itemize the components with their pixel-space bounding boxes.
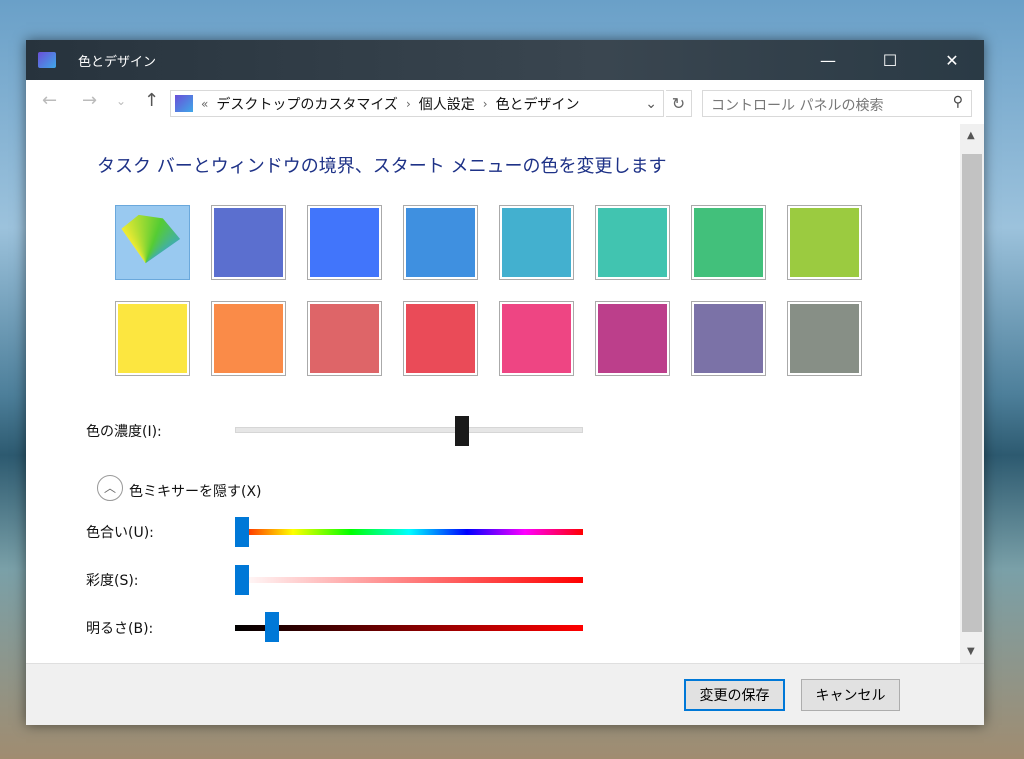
footer: 変更の保存 キャンセル: [26, 663, 984, 725]
page-title: タスク バーとウィンドウの境界、スタート メニューの色を変更します: [97, 156, 667, 177]
swatch-fill: [118, 304, 187, 373]
intensity-slider-thumb[interactable]: [455, 416, 470, 446]
color-fan-icon: [121, 214, 181, 264]
swatch-fill: [694, 208, 763, 277]
save-changes-button[interactable]: 変更の保存: [684, 679, 785, 711]
refresh-button[interactable]: ↻: [666, 90, 692, 117]
swatch-fill: [406, 208, 475, 277]
minimize-button[interactable]: —: [798, 40, 858, 80]
color-swatch[interactable]: [499, 205, 574, 280]
color-swatch[interactable]: [595, 301, 670, 376]
scroll-up-icon[interactable]: ▲: [967, 130, 975, 141]
brightness-slider[interactable]: [235, 625, 583, 631]
color-swatch[interactable]: [211, 301, 286, 376]
brightness-label: 明るさ(B):: [86, 621, 154, 637]
swatch-fill: [694, 304, 763, 373]
control-panel-icon: [175, 95, 193, 112]
color-swatch[interactable]: [787, 301, 862, 376]
search-input[interactable]: コントロール パネルの検索 ⚲: [702, 90, 972, 117]
breadcrumb-separator[interactable]: ›: [406, 97, 411, 111]
window-title: 色とデザイン: [78, 54, 157, 70]
color-swatch[interactable]: [787, 205, 862, 280]
swatch-fill: [310, 208, 379, 277]
hue-slider-thumb[interactable]: [235, 517, 249, 547]
color-swatch[interactable]: [307, 205, 382, 280]
color-swatch[interactable]: [403, 205, 478, 280]
back-button[interactable]: ←: [42, 90, 57, 111]
scrollbar-thumb[interactable]: [962, 154, 982, 632]
swatch-fill: [790, 304, 859, 373]
forward-button[interactable]: →: [82, 90, 97, 111]
brightness-slider-thumb[interactable]: [265, 612, 280, 642]
address-bar[interactable]: « デスクトップのカスタマイズ › 個人設定 › 色とデザイン ⌄: [170, 90, 664, 117]
breadcrumb-item[interactable]: 個人設定: [419, 94, 475, 114]
color-and-appearance-window: 色とデザイン — ☐ ✕ ← → ⌄ ↑ « デスクトップのカスタマイズ › 個…: [26, 40, 984, 725]
personalization-icon: [38, 52, 56, 68]
swatch-fill: [310, 304, 379, 373]
swatch-fill: [406, 304, 475, 373]
title-bar: 色とデザイン — ☐ ✕: [26, 40, 984, 80]
vertical-scrollbar[interactable]: ▲ ▼: [960, 124, 984, 663]
search-icon[interactable]: ⚲: [953, 94, 963, 110]
intensity-label: 色の濃度(I):: [86, 424, 162, 440]
swatch-fill: [502, 208, 571, 277]
swatch-fill: [790, 208, 859, 277]
color-swatch[interactable]: [691, 301, 766, 376]
hue-slider[interactable]: [235, 529, 583, 535]
color-swatch[interactable]: [307, 301, 382, 376]
swatch-automatic[interactable]: [115, 205, 190, 280]
chevron-up-icon[interactable]: ︿: [97, 475, 123, 501]
overflow-chevron[interactable]: «: [201, 97, 208, 111]
saturation-slider[interactable]: [235, 577, 583, 583]
swatch-fill: [502, 304, 571, 373]
color-swatch[interactable]: [691, 205, 766, 280]
recent-locations-button[interactable]: ⌄: [116, 94, 126, 108]
navigation-bar: ← → ⌄ ↑ « デスクトップのカスタマイズ › 個人設定 › 色とデザイン …: [26, 80, 984, 124]
swatch-fill: [598, 304, 667, 373]
maximize-button[interactable]: ☐: [860, 40, 920, 80]
breadcrumb-separator[interactable]: ›: [483, 97, 488, 111]
swatch-fill: [598, 208, 667, 277]
hide-color-mixer-toggle[interactable]: 色ミキサーを隠す(X): [129, 481, 262, 501]
search-placeholder: コントロール パネルの検索: [711, 98, 884, 114]
swatch-fill: [214, 208, 283, 277]
close-button[interactable]: ✕: [922, 40, 982, 80]
cancel-button[interactable]: キャンセル: [801, 679, 900, 711]
color-swatch[interactable]: [499, 301, 574, 376]
color-swatch[interactable]: [595, 205, 670, 280]
hue-label: 色合い(U):: [86, 525, 154, 541]
saturation-slider-thumb[interactable]: [235, 565, 249, 595]
color-swatch[interactable]: [211, 205, 286, 280]
scroll-down-icon[interactable]: ▼: [967, 646, 975, 657]
intensity-slider[interactable]: [235, 427, 583, 433]
saturation-label: 彩度(S):: [86, 573, 139, 589]
breadcrumb-item[interactable]: デスクトップのカスタマイズ: [216, 94, 398, 114]
swatch-fill: [214, 304, 283, 373]
up-button[interactable]: ↑: [144, 90, 159, 111]
address-dropdown-icon[interactable]: ⌄: [645, 96, 657, 112]
breadcrumb-item[interactable]: 色とデザイン: [496, 94, 580, 114]
color-swatch[interactable]: [403, 301, 478, 376]
color-swatch[interactable]: [115, 301, 190, 376]
